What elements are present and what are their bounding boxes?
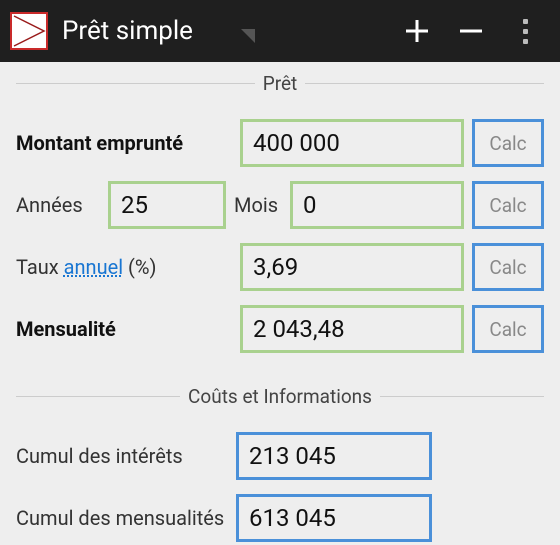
loan-section: Prêt Montant emprunté 400 000 Calc Année…	[16, 72, 544, 379]
calc-payment-button[interactable]: Calc	[472, 305, 544, 353]
page-title: Prêt simple	[62, 16, 193, 46]
overflow-menu-button[interactable]	[498, 0, 552, 62]
payment-label: Mensualité	[16, 317, 232, 341]
calc-principal-button[interactable]: Calc	[472, 119, 544, 167]
total-interest-output: 213 045	[236, 432, 432, 480]
costs-legend: Coûts et Informations	[180, 385, 380, 408]
rate-period-link[interactable]: annuel	[64, 255, 123, 279]
calc-term-button[interactable]: Calc	[472, 181, 544, 229]
years-label: Années	[16, 193, 100, 217]
years-input[interactable]: 25	[108, 181, 226, 229]
loan-legend: Prêt	[255, 72, 306, 95]
action-bar: Prêt simple	[0, 0, 560, 62]
add-button[interactable]	[390, 0, 444, 62]
remove-button[interactable]	[444, 0, 498, 62]
rate-input[interactable]: 3,69	[240, 243, 464, 291]
rate-label: Taux annuel (%)	[16, 255, 232, 279]
overflow-icon	[523, 19, 528, 44]
spinner-indicator-icon	[241, 29, 255, 43]
months-input[interactable]: 0	[290, 181, 464, 229]
principal-input[interactable]: 400 000	[240, 119, 464, 167]
payment-input[interactable]: 2 043,48	[240, 305, 464, 353]
rate-suffix: (%)	[123, 255, 156, 279]
title-spinner[interactable]: Prêt simple	[62, 16, 390, 46]
months-label: Mois	[234, 193, 282, 217]
total-payments-label: Cumul des mensualités	[16, 506, 228, 530]
costs-section: Coûts et Informations Cumul des intérêts…	[16, 385, 544, 545]
total-interest-label: Cumul des intérêts	[16, 444, 228, 468]
calc-rate-button[interactable]: Calc	[472, 243, 544, 291]
rate-prefix: Taux	[16, 255, 64, 279]
total-payments-output: 613 045	[236, 494, 432, 542]
principal-label: Montant emprunté	[16, 131, 232, 155]
app-icon	[10, 12, 48, 50]
